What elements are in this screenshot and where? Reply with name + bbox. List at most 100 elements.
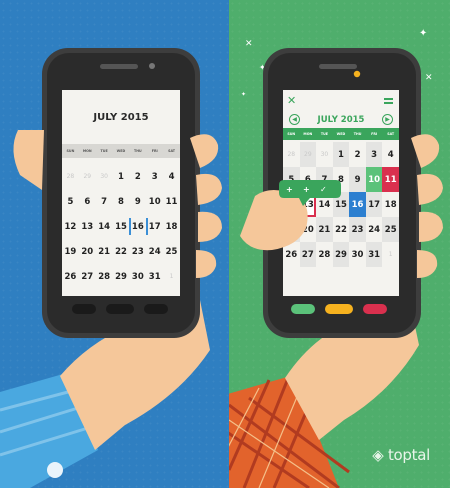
day-cell[interactable]: 2 <box>129 164 146 189</box>
day-cell[interactable]: 22 <box>333 217 350 242</box>
day-cell[interactable]: 18 <box>382 192 399 217</box>
day-cell[interactable]: 5 <box>62 189 79 214</box>
day-cell[interactable]: 16 <box>349 192 366 217</box>
day-cell[interactable]: 12 <box>62 214 79 239</box>
cuff-button <box>47 462 63 478</box>
day-cell[interactable]: 11 <box>163 189 180 214</box>
day-cell[interactable]: 10 <box>365 167 383 192</box>
weekday-label: WED <box>116 149 126 153</box>
close-icon[interactable]: ✕ <box>287 94 296 107</box>
day-cell[interactable]: 15 <box>113 214 130 239</box>
calendar-title: JULY 2015 <box>93 112 149 123</box>
day-cell[interactable]: 9 <box>349 167 366 192</box>
day-cell[interactable]: 26 <box>283 242 300 267</box>
menu-icon[interactable] <box>384 98 393 104</box>
weekday-label: FRI <box>371 132 378 136</box>
day-cell[interactable]: 28 <box>96 264 113 289</box>
day-cell[interactable]: 14 <box>316 192 333 217</box>
weekday-label: WED <box>336 132 346 136</box>
day-cell[interactable]: 26 <box>62 264 79 289</box>
day-cell[interactable]: 28 <box>283 142 300 167</box>
day-cell[interactable]: 30 <box>349 242 366 267</box>
day-cell[interactable]: 19 <box>62 239 79 264</box>
day-cell[interactable]: 31 <box>146 264 163 289</box>
weekday-label: THU <box>134 149 142 153</box>
day-cell[interactable]: 12 <box>283 192 300 217</box>
day-cell[interactable]: 17 <box>365 192 383 217</box>
day-cell[interactable]: 16 <box>129 214 146 239</box>
calendar-grid: 28 29 30 1 2 3 4 5 6 7 8 9 10 11 12 13 14 15 16 17 18 19 20 21 2… <box>283 142 399 267</box>
speaker <box>319 64 357 69</box>
day-cell[interactable]: 4 <box>163 164 180 189</box>
day-cell[interactable]: 20 <box>300 217 317 242</box>
bottom-button-green <box>291 304 315 314</box>
day-cell[interactable]: 27 <box>299 242 317 267</box>
day-cell[interactable]: 29 <box>332 242 350 267</box>
day-cell[interactable]: 28 <box>316 242 333 267</box>
day-cell[interactable]: 1 <box>382 242 399 267</box>
day-cell[interactable]: 21 <box>316 217 333 242</box>
day-cell[interactable]: 6 <box>79 189 96 214</box>
day-cell[interactable]: 24 <box>146 239 163 264</box>
svg-text:✦: ✦ <box>419 28 427 39</box>
day-cell[interactable]: 29 <box>79 164 96 189</box>
weekday-header: SUN MON TUE WED THU FRI SAT <box>62 144 180 158</box>
day-cell[interactable]: 23 <box>129 239 146 264</box>
day-cell[interactable]: 30 <box>316 142 333 167</box>
svg-text:✕: ✕ <box>425 73 433 83</box>
weekday-label: SUN <box>66 149 75 153</box>
speaker <box>100 64 138 69</box>
day-cell[interactable]: 29 <box>299 142 317 167</box>
bottom-button-yellow <box>325 304 353 314</box>
day-cell[interactable]: 2 <box>349 142 366 167</box>
weekday-label: SUN <box>287 132 296 136</box>
day-cell[interactable]: 27 <box>79 264 96 289</box>
day-cell[interactable]: 29 <box>113 264 130 289</box>
day-cell[interactable]: 28 <box>62 164 79 189</box>
day-cell[interactable]: 11 <box>382 167 399 192</box>
day-cell[interactable]: 6 <box>300 167 317 192</box>
day-cell[interactable]: 13 <box>79 214 96 239</box>
weekday-label: MON <box>82 149 92 153</box>
right-calendar-screen: ✕ ◀ JULY 2015 ▶ SUN MON TUE WED THU FRI SAT 28… <box>283 90 399 296</box>
day-cell[interactable]: 8 <box>333 167 350 192</box>
svg-text:✦: ✦ <box>241 91 246 98</box>
day-cell[interactable]: 7 <box>316 167 333 192</box>
day-cell[interactable]: 1 <box>113 164 130 189</box>
next-month-icon[interactable]: ▶ <box>382 114 393 125</box>
day-cell[interactable]: 21 <box>96 239 113 264</box>
left-panel: JULY 2015 SUN MON TUE WED THU FRI SAT 28 29 30 1 2… <box>0 0 229 488</box>
day-cell[interactable]: 19 <box>283 217 300 242</box>
day-cell[interactable]: 3 <box>146 164 163 189</box>
day-cell[interactable]: 22 <box>113 239 130 264</box>
day-cell[interactable]: 24 <box>366 217 383 242</box>
bottom-button-red <box>363 304 387 314</box>
left-calendar-screen: JULY 2015 SUN MON TUE WED THU FRI SAT 28 29 30 1 2… <box>62 90 180 296</box>
day-cell[interactable]: 30 <box>96 164 113 189</box>
camera <box>149 63 155 69</box>
day-cell[interactable]: 3 <box>365 142 383 167</box>
day-cell[interactable]: 23 <box>349 217 366 242</box>
day-cell[interactable]: 20 <box>79 239 96 264</box>
day-cell[interactable]: 15 <box>332 192 350 217</box>
day-cell[interactable]: 9 <box>129 189 146 214</box>
day-cell[interactable]: 31 <box>365 242 383 267</box>
weekday-label: FRI <box>151 149 158 153</box>
day-cell[interactable]: 25 <box>163 239 180 264</box>
day-cell[interactable]: 10 <box>146 189 163 214</box>
day-cell[interactable]: 13 <box>299 192 317 217</box>
weekday-label: SAT <box>387 132 395 136</box>
weekday-label: MON <box>303 132 313 136</box>
day-cell[interactable]: 8 <box>113 189 130 214</box>
day-cell[interactable]: 18 <box>163 214 180 239</box>
day-cell[interactable]: 1 <box>163 264 180 289</box>
day-cell[interactable]: 1 <box>332 142 350 167</box>
day-cell[interactable]: 5 <box>283 167 300 192</box>
svg-text:✕: ✕ <box>245 39 253 49</box>
day-cell[interactable]: 25 <box>382 217 399 242</box>
day-cell[interactable]: 7 <box>96 189 113 214</box>
day-cell[interactable]: 17 <box>146 214 163 239</box>
day-cell[interactable]: 30 <box>129 264 146 289</box>
day-cell[interactable]: 14 <box>96 214 113 239</box>
day-cell[interactable]: 4 <box>382 142 399 167</box>
